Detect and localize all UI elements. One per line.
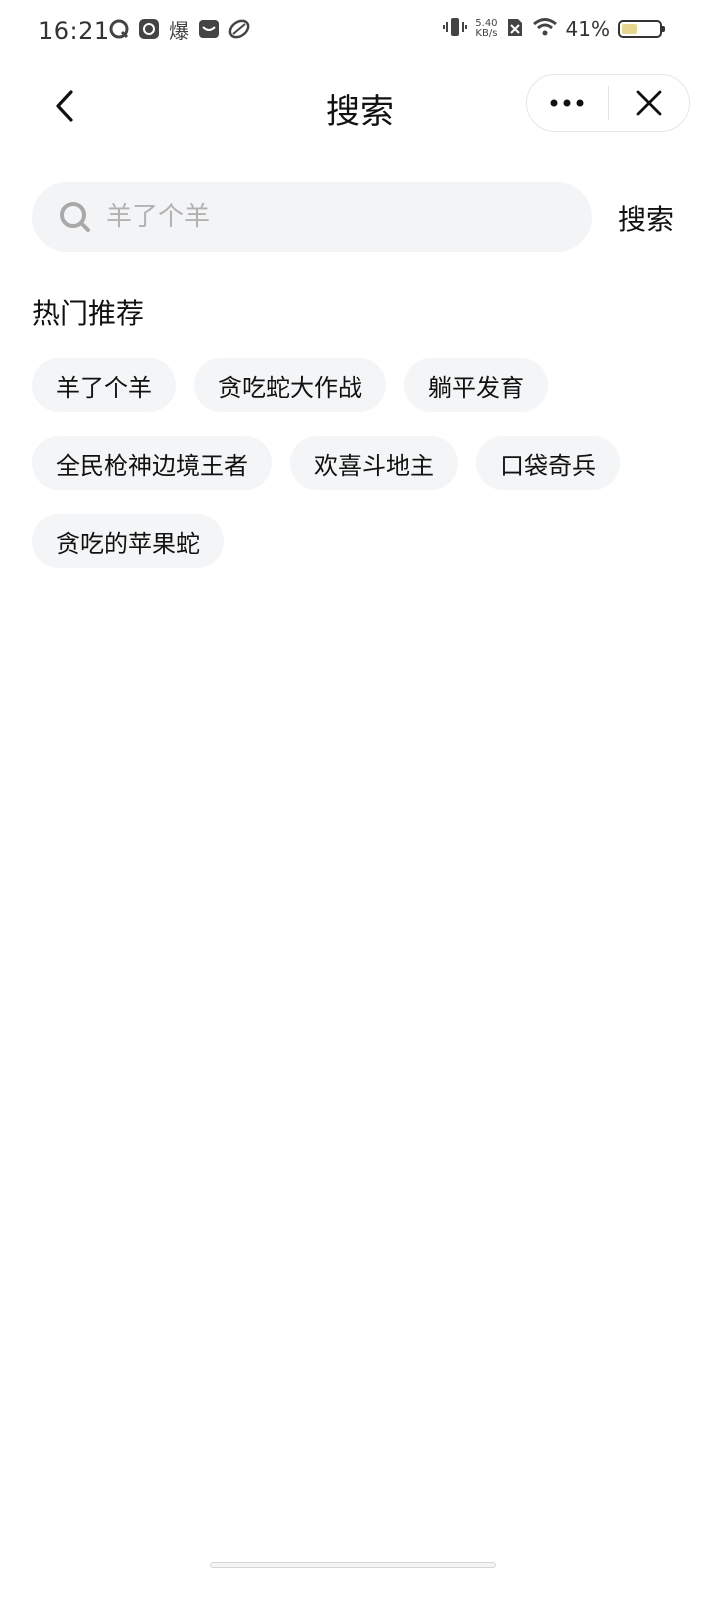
battery-percent: 41% — [565, 17, 610, 41]
message-icon — [108, 18, 130, 40]
hot-section-title: 热门推荐 — [32, 297, 145, 330]
app-du-icon — [138, 18, 160, 40]
header: 搜索 — [0, 72, 720, 138]
no-sim-icon — [506, 16, 524, 42]
hot-tag[interactable]: 躺平发育 — [404, 358, 548, 412]
search-box[interactable] — [32, 182, 592, 252]
status-bar: 16:21 爆 5.40 KB/s 41% — [0, 0, 720, 64]
speed-unit: KB/s — [475, 28, 498, 39]
battery-level — [622, 24, 637, 34]
status-app-icons: 爆 — [108, 18, 250, 43]
mini-program-capsule — [526, 74, 690, 132]
hot-tag[interactable]: 口袋奇兵 — [476, 436, 620, 490]
vibrate-icon — [443, 16, 468, 42]
home-indicator[interactable] — [210, 1562, 496, 1568]
search-input[interactable] — [104, 191, 592, 243]
hot-tags: 羊了个羊 贪吃蛇大作战 躺平发育 全民枪神边境王者 欢喜斗地主 口袋奇兵 贪吃的… — [32, 358, 672, 568]
hot-tag[interactable]: 贪吃蛇大作战 — [194, 358, 386, 412]
search-icon — [58, 200, 92, 234]
hot-tag[interactable]: 贪吃的苹果蛇 — [32, 514, 224, 568]
more-button[interactable] — [527, 75, 608, 131]
close-icon — [636, 90, 662, 116]
more-dots-icon — [550, 99, 584, 107]
mail-icon — [198, 18, 220, 40]
screen: 16:21 爆 5.40 KB/s 41% 搜索 羊了个羊 搜索 热门推荐 羊了… — [0, 0, 720, 1600]
battery-icon — [618, 20, 665, 38]
wifi-icon — [532, 16, 558, 42]
hot-tag[interactable]: 全民枪神边境王者 — [32, 436, 272, 490]
bao-icon: 爆 — [169, 18, 189, 43]
search-submit-button[interactable]: 搜索 — [618, 198, 674, 238]
search-row: 搜索 — [32, 182, 688, 254]
hot-tag[interactable]: 欢喜斗地主 — [290, 436, 458, 490]
status-right: 5.40 KB/s 41% — [443, 16, 665, 42]
leaf-icon — [228, 18, 250, 40]
network-speed: 5.40 KB/s — [475, 19, 497, 39]
status-time: 16:21 — [38, 17, 110, 45]
hot-tag[interactable]: 羊了个羊 — [32, 358, 176, 412]
close-button[interactable] — [609, 75, 690, 131]
